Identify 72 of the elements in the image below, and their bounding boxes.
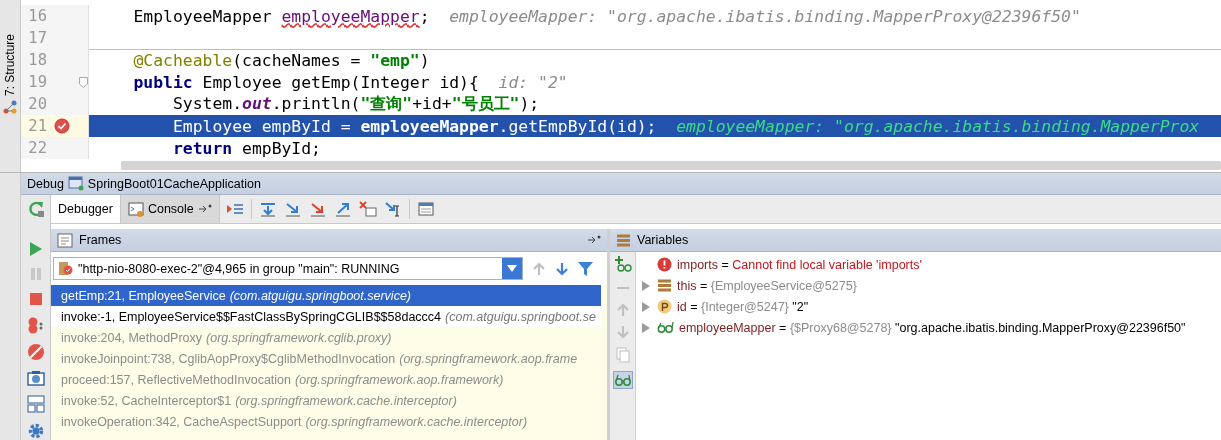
code-text: Employee empById = employeeMapper.getEmpById(id); [171,116,657,136]
caret-icon [507,265,517,272]
fields-icon [657,278,672,293]
variable-entry: imports = Cannot find local variable 'imports' [677,257,922,272]
code-text: public Employee getEmp(Integer id){ [132,72,479,92]
pin-arrow-icon [197,204,212,214]
resume-icon[interactable] [27,241,44,257]
inline-value-hint: id: "2" [498,72,568,92]
line-number: 18 [27,51,47,69]
run-to-cursor-icon[interactable] [383,201,402,217]
code-text: @Cacheable(cacheNames = "emp") [132,50,430,70]
filter-icon[interactable] [578,261,593,276]
structure-icon [3,100,17,115]
mute-breakpoints-icon[interactable] [26,343,45,361]
code-text: EmployeeMapper employeeMapper; [132,6,430,26]
console-icon [127,201,144,217]
structure-tool-button[interactable]: 7: Structure [3,34,17,97]
pin-arrow-icon[interactable] [587,235,601,245]
inline-value-hint: employeeMapper: "org.apache.ibatis.binding.MapperProx [676,116,1200,136]
settings-icon[interactable] [26,422,45,440]
camera-icon[interactable] [26,370,45,386]
force-step-into-icon[interactable] [308,201,327,217]
parameter-icon [657,299,672,314]
up-arrow-icon[interactable] [532,261,546,276]
tab[interactable]: Debugger [51,195,121,223]
tab[interactable]: Console [120,195,220,223]
step-out-icon[interactable] [333,201,352,217]
breakpoint-icon[interactable] [54,118,70,134]
panel-title: Frames [79,233,123,247]
inline-value-hint: employeeMapper: "org.apache.ibatis.binding.MapperProxy@22396f50" [449,6,1081,26]
down-arrow-icon[interactable] [555,261,569,276]
breakpoints-icon[interactable] [26,316,45,334]
thread-icon [58,261,73,276]
line-number: 20 [27,95,47,113]
step-over-icon[interactable] [258,201,277,217]
step-into-icon[interactable] [283,201,302,217]
stack-frame[interactable]: invoke:-1, EmployeeService$$FastClassBySpringCGLIB$$58daccc4 (com.atguigu.springboot.se [51,306,601,327]
thread-selector[interactable]: "http-nio-8080-exec-2"@4,965 in group "main": RUNNING [53,257,523,280]
watches-toggle[interactable] [612,371,633,389]
expand-arrow-icon[interactable] [642,301,650,312]
horizontal-scrollbar[interactable] [121,161,1221,170]
stack-frame[interactable]: getEmp:21, EmployeeService (com.atguigu.springboot.service) [51,285,601,306]
run-configuration-name: SpringBoot01CacheApplication [87,176,261,191]
glasses-icon [657,320,674,335]
fold-marker-icon[interactable] [79,76,88,88]
variables-icon [616,232,631,248]
panel-title: Variables [637,233,690,247]
dropdown-button[interactable] [502,258,522,279]
variable-entry: employeeMapper = {$Proxy68@5278} "org.apache.ibatis.binding.MapperProxy@22396f50" [679,320,1186,335]
drop-frame-icon[interactable] [358,201,377,217]
error-icon [657,257,672,272]
stop-icon[interactable] [27,291,44,307]
execution-point-icon[interactable] [225,201,244,217]
frames-icon [57,232,73,248]
code-text: System.out.println("查询"+id+"号员工"); [171,93,540,115]
layout-icon[interactable] [26,395,45,413]
code-text: return empById; [171,138,321,158]
tool-window-title: Debug [27,176,64,191]
line-number: 19 [27,73,47,91]
add-watch-icon[interactable] [613,255,632,273]
rerun-icon[interactable] [26,200,45,218]
variable-entry: id = {Integer@5247} "2" [677,299,809,314]
evaluate-icon[interactable] [416,201,435,217]
variable-entry: this = {EmployeeService@5275} [677,278,857,293]
line-number: 17 [27,29,47,47]
line-number: 16 [27,7,47,25]
app-window-icon [67,176,84,191]
line-number: 22 [27,139,47,157]
glasses-icon [613,372,632,388]
expand-arrow-icon[interactable] [642,322,650,333]
expand-arrow-icon[interactable] [642,280,650,291]
line-number: 21 [27,117,47,135]
